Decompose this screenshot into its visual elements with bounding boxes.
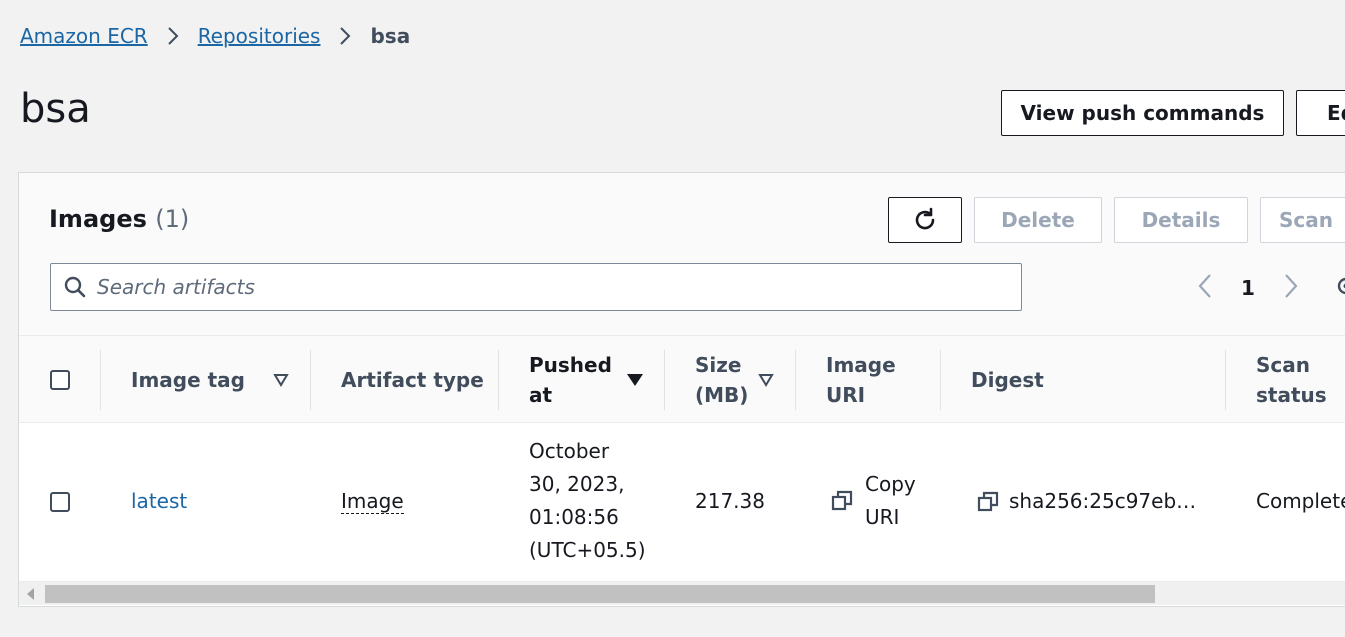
scan-status-line-1: Scan [1256, 353, 1310, 377]
pushed-at-line-2: at [529, 383, 553, 407]
artifact-type-text: Image [341, 489, 404, 514]
caret-down-outline-icon[interactable] [758, 373, 774, 387]
scroll-left-icon[interactable] [27, 588, 34, 600]
view-push-commands-button[interactable]: View push commands [1001, 90, 1284, 136]
column-divider [100, 350, 101, 410]
size-line-2: (MB) [695, 383, 749, 407]
table-header: Image tag Artifact type Pushed at Size (… [19, 335, 1345, 423]
digest-value: sha256:25c97eb… [977, 485, 1196, 518]
copy-icon [831, 490, 853, 511]
pushed-at-line: 01:08:56 [529, 505, 619, 529]
column-header-digest: Digest [971, 368, 1044, 392]
scan-status-value: Complete [1256, 489, 1345, 513]
column-header-pushed-at[interactable]: Pushed at [529, 336, 612, 424]
horizontal-scrollbar[interactable] [19, 581, 1345, 605]
column-header-size[interactable]: Size (MB) [695, 336, 748, 424]
column-divider [664, 350, 665, 410]
caret-down-filled-icon[interactable] [626, 373, 644, 387]
column-header-image-uri: Image URI [826, 336, 896, 424]
pushed-at-value: October 30, 2023, 01:08:56 (UTC+05.5) [529, 435, 646, 567]
copy-uri-line: Copy [865, 472, 916, 496]
copy-icon[interactable] [977, 491, 999, 513]
chevron-right-icon [338, 26, 352, 46]
refresh-button[interactable] [888, 197, 962, 243]
images-panel: Images (1) Delete Details Scan 1 [18, 172, 1345, 607]
column-header-image-tag[interactable]: Image tag [131, 336, 245, 424]
images-count: (1) [155, 205, 190, 233]
breadcrumb-current: bsa [370, 24, 411, 48]
chevron-right-icon [166, 26, 180, 46]
artifact-type-value[interactable]: Image [341, 485, 404, 518]
column-divider [940, 350, 941, 410]
pushed-at-line: (UTC+05.5) [529, 538, 646, 562]
select-all-checkbox[interactable] [50, 370, 70, 390]
current-page[interactable]: 1 [1241, 276, 1255, 300]
gear-icon[interactable] [1333, 273, 1345, 303]
column-divider [1225, 350, 1226, 410]
pushed-at-line: 30, 2023, [529, 472, 625, 496]
breadcrumb-repositories-link[interactable]: Repositories [198, 24, 321, 48]
search-input[interactable] [97, 275, 977, 299]
copy-uri-line: URI [865, 505, 900, 529]
size-line-1: Size [695, 353, 742, 377]
scan-status-line-2: status [1256, 383, 1327, 407]
column-header-artifact-type[interactable]: Artifact type [341, 336, 484, 424]
column-divider [310, 350, 311, 410]
column-divider [498, 350, 499, 410]
breadcrumb-amazon-ecr-link[interactable]: Amazon ECR [20, 24, 148, 48]
image-uri-line-1: Image [826, 353, 896, 377]
row-select-checkbox[interactable] [50, 492, 70, 512]
delete-button[interactable]: Delete [974, 197, 1102, 243]
column-divider [795, 350, 796, 410]
breadcrumb: Amazon ECR Repositories bsa [20, 24, 410, 48]
page-title: bsa [20, 86, 91, 132]
column-header-scan-status[interactable]: Scan status [1256, 336, 1327, 424]
table-row: latest Image October 30, 2023, 01:08:56 … [19, 423, 1345, 581]
chevron-left-icon[interactable] [1197, 273, 1213, 303]
search-icon [64, 276, 86, 298]
search-field[interactable] [50, 263, 1022, 311]
image-tag-link[interactable]: latest [131, 485, 187, 518]
copy-uri-button[interactable]: Copy URI [831, 468, 916, 534]
scan-button[interactable]: Scan [1260, 197, 1345, 243]
images-panel-title: Images (1) [49, 205, 189, 233]
pushed-at-line: October [529, 439, 610, 463]
image-uri-line-2: URI [826, 383, 866, 407]
refresh-icon [915, 207, 935, 230]
edit-button[interactable]: Edit [1296, 90, 1345, 136]
digest-text: sha256:25c97eb… [1009, 489, 1197, 513]
images-title-text: Images [49, 205, 147, 233]
chevron-right-icon[interactable] [1283, 273, 1299, 303]
details-button[interactable]: Details [1114, 197, 1248, 243]
scrollbar-thumb[interactable] [45, 585, 1155, 603]
pagination: 1 [1197, 273, 1345, 303]
pushed-at-line-1: Pushed [529, 353, 612, 377]
caret-down-outline-icon[interactable] [273, 373, 289, 387]
size-value: 217.38 [695, 489, 765, 513]
